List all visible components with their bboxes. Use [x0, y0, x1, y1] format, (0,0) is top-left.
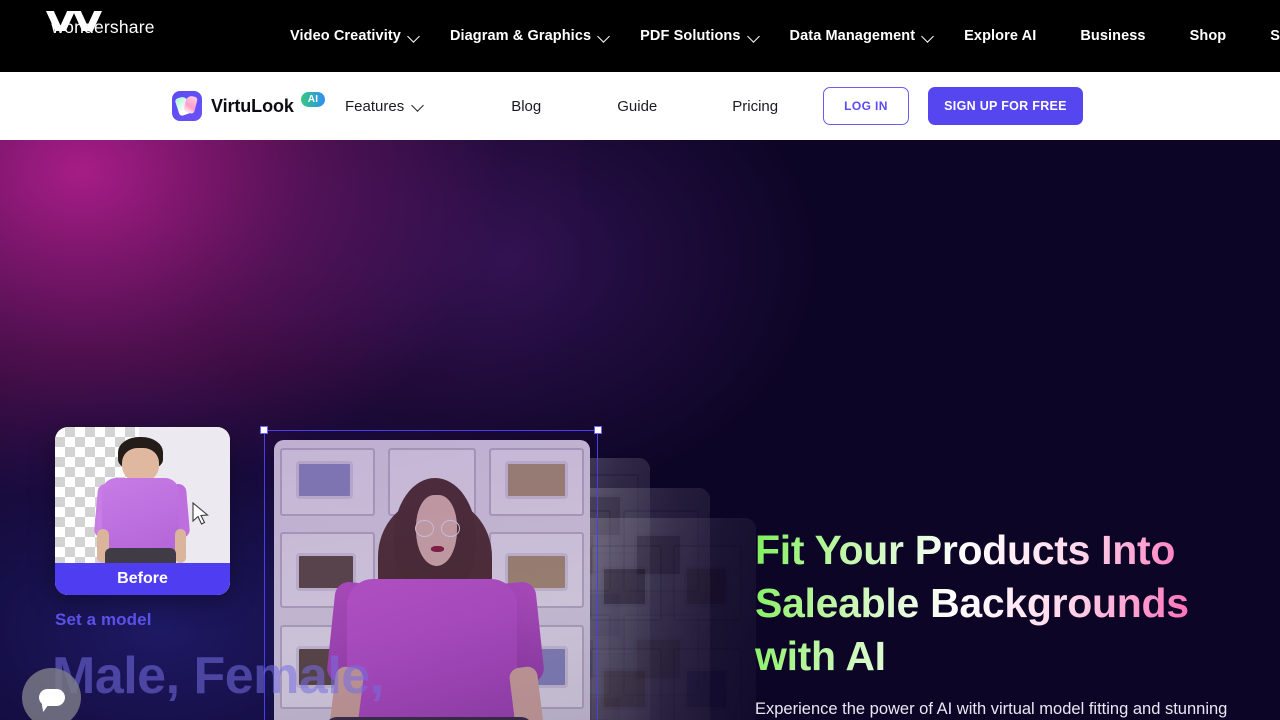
virtulook-brand-name: VirtuLook	[211, 95, 294, 116]
page-root: wondershare Video Creativity Diagram & G…	[0, 0, 1280, 720]
product-nav-blog[interactable]: Blog	[511, 98, 541, 115]
before-badge: Before	[55, 563, 230, 595]
product-nav-pricing[interactable]: Pricing	[732, 98, 778, 115]
resize-handle-top-right[interactable]	[594, 426, 602, 434]
product-navbar: VirtuLook AI Features Blog Guide Pricing…	[0, 72, 1280, 140]
chevron-down-icon	[922, 31, 933, 42]
chevron-down-icon	[408, 31, 419, 42]
product-nav-label: Features	[345, 97, 405, 115]
nav-item-pdf-solutions[interactable]: PDF Solutions	[640, 28, 774, 44]
laundromat-backdrop	[576, 518, 756, 720]
nav-item-diagram-graphics[interactable]: Diagram & Graphics	[450, 28, 625, 44]
login-button[interactable]: LOG IN	[823, 87, 909, 125]
nav-item-support[interactable]: Support	[1270, 28, 1280, 44]
hero-headline: Fit Your Products Into Saleable Backgrou…	[755, 524, 1235, 683]
stacked-card-layer-3	[576, 518, 756, 720]
nav-item-data-management[interactable]: Data Management	[790, 28, 950, 44]
nav-label: Video Creativity	[290, 28, 401, 44]
set-a-model-label: Set a model	[55, 610, 152, 629]
mouse-pointer-icon	[192, 502, 209, 525]
product-nav-guide[interactable]: Guide	[617, 98, 657, 115]
chevron-down-icon	[412, 101, 423, 112]
global-top-navbar: wondershare Video Creativity Diagram & G…	[0, 0, 1280, 72]
ai-badge: AI	[300, 91, 326, 107]
nav-item-explore-ai[interactable]: Explore AI	[964, 28, 1052, 44]
resize-handle-top-left[interactable]	[260, 426, 268, 434]
nav-label: PDF Solutions	[640, 28, 741, 44]
product-nav-features[interactable]: Features	[345, 98, 423, 115]
nav-item-shop[interactable]: Shop	[1190, 28, 1243, 44]
nav-label: Diagram & Graphics	[449, 28, 592, 44]
nav-item-business[interactable]: Business	[1080, 28, 1161, 44]
virtulook-logo-icon	[172, 91, 202, 121]
chat-bubble-icon	[38, 689, 65, 706]
chevron-down-icon	[598, 31, 609, 42]
product-nav-items: Features Blog Guide Pricing	[345, 98, 778, 115]
global-nav-items: Video Creativity Diagram & Graphics PDF …	[290, 0, 1280, 72]
image-selection-frame[interactable]	[260, 426, 602, 720]
hero-section: Before Set a model Male, Female, Fair, M…	[0, 140, 1280, 720]
before-image-card[interactable]: Before	[55, 427, 230, 595]
nav-label: Data Management	[789, 28, 916, 44]
hero-subcopy: Experience the power of AI with virtual …	[755, 700, 1228, 718]
chat-widget-button[interactable]	[22, 668, 81, 720]
chevron-down-icon	[748, 31, 759, 42]
wondershare-logo[interactable]: wondershare	[44, 11, 162, 61]
nav-item-video-creativity[interactable]: Video Creativity	[290, 28, 435, 44]
virtulook-brand-link[interactable]: VirtuLook AI	[172, 91, 327, 121]
signup-button[interactable]: SIGN UP FOR FREE	[928, 87, 1083, 125]
